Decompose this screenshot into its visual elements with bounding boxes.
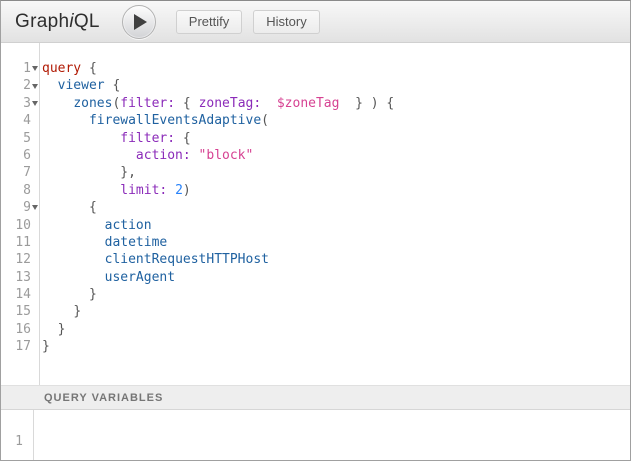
line-number: 2 bbox=[1, 77, 31, 94]
code-line: datetime bbox=[42, 234, 394, 251]
fold-column bbox=[31, 338, 39, 355]
code-line: zones(filter: { zoneTag: $zoneTag } ) { bbox=[42, 95, 394, 112]
code-line: }, bbox=[42, 164, 394, 181]
variables-code-area[interactable]: {"zoneTag":""} bbox=[34, 410, 396, 460]
history-button[interactable]: History bbox=[253, 10, 319, 34]
line-number: 3 bbox=[1, 95, 31, 112]
code-line: action bbox=[42, 217, 394, 234]
fold-column bbox=[31, 217, 39, 234]
gutter-row: 5 bbox=[1, 130, 39, 147]
fold-column bbox=[31, 95, 39, 112]
fold-column bbox=[31, 199, 39, 216]
line-number: 17 bbox=[1, 338, 31, 355]
gutter-row: 11 bbox=[1, 234, 39, 251]
gutter-row: 9 bbox=[1, 199, 39, 216]
line-number: 8 bbox=[1, 182, 31, 199]
gutter-row: 3 bbox=[1, 95, 39, 112]
line-number: 11 bbox=[1, 234, 31, 251]
line-number: 1 bbox=[1, 60, 31, 77]
fold-column bbox=[31, 303, 39, 320]
logo-text: Graph bbox=[15, 11, 69, 32]
fold-column bbox=[31, 286, 39, 303]
fold-column bbox=[31, 182, 39, 199]
fold-arrow-icon[interactable] bbox=[32, 84, 38, 89]
gutter-row: 6 bbox=[1, 147, 39, 164]
variables-line-number-gutter: 1 bbox=[1, 410, 34, 460]
fold-column bbox=[31, 77, 39, 94]
prettify-button[interactable]: Prettify bbox=[176, 10, 242, 34]
fold-column bbox=[31, 60, 39, 77]
gutter-row: 7 bbox=[1, 164, 39, 181]
line-number: 6 bbox=[1, 147, 31, 164]
code-line: userAgent bbox=[42, 269, 394, 286]
fold-column bbox=[31, 321, 39, 338]
fold-arrow-icon[interactable] bbox=[32, 205, 38, 210]
code-line: action: "block" bbox=[42, 147, 394, 164]
graphiql-logo: GraphiQL bbox=[15, 11, 100, 33]
gutter-row: 1 bbox=[1, 60, 39, 77]
gutter-row: 17 bbox=[1, 338, 39, 355]
code-line: limit: 2) bbox=[42, 182, 394, 199]
query-editor[interactable]: 1234567891011121314151617 query { viewer… bbox=[1, 43, 630, 385]
line-number: 15 bbox=[1, 303, 31, 320]
line-number: 1 bbox=[1, 433, 23, 450]
code-line: } bbox=[42, 286, 394, 303]
gutter-row: 13 bbox=[1, 269, 39, 286]
graphiql-window: GraphiQL Prettify History 12345678910111… bbox=[0, 0, 631, 461]
gutter-row: 2 bbox=[1, 77, 39, 94]
fold-column bbox=[31, 147, 39, 164]
line-number: 7 bbox=[1, 164, 31, 181]
gutter-row: 8 bbox=[1, 182, 39, 199]
fold-arrow-icon[interactable] bbox=[32, 66, 38, 71]
line-number: 5 bbox=[1, 130, 31, 147]
code-line: } bbox=[42, 338, 394, 355]
fold-column bbox=[31, 251, 39, 268]
gutter-row: 12 bbox=[1, 251, 39, 268]
fold-column bbox=[31, 234, 39, 251]
fold-column bbox=[31, 112, 39, 129]
line-number: 16 bbox=[1, 321, 31, 338]
query-variables-title: QUERY VARIABLES bbox=[44, 392, 163, 404]
code-line: query { bbox=[42, 60, 394, 77]
code-line: } bbox=[42, 303, 394, 320]
gutter-row: 10 bbox=[1, 217, 39, 234]
play-icon bbox=[134, 14, 147, 30]
code-line: viewer { bbox=[42, 77, 394, 94]
variables-editor[interactable]: 1 {"zoneTag":""} bbox=[1, 410, 630, 460]
toolbar: GraphiQL Prettify History bbox=[1, 1, 630, 43]
fold-arrow-icon[interactable] bbox=[32, 101, 38, 106]
line-number: 13 bbox=[1, 269, 31, 286]
gutter-row: 14 bbox=[1, 286, 39, 303]
line-number-gutter: 1234567891011121314151617 bbox=[1, 43, 40, 385]
fold-column bbox=[31, 164, 39, 181]
gutter-row: 16 bbox=[1, 321, 39, 338]
execute-query-button[interactable] bbox=[122, 5, 156, 39]
code-line: { bbox=[42, 199, 394, 216]
code-line: } bbox=[42, 321, 394, 338]
code-line: firewallEventsAdaptive( bbox=[42, 112, 394, 129]
query-variables-title-bar[interactable]: QUERY VARIABLES bbox=[1, 385, 630, 410]
logo-text: QL bbox=[74, 11, 100, 32]
line-number: 10 bbox=[1, 217, 31, 234]
line-number: 4 bbox=[1, 112, 31, 129]
line-number: 14 bbox=[1, 286, 31, 303]
code-line: filter: { bbox=[42, 130, 394, 147]
code-area[interactable]: query { viewer { zones(filter: { zoneTag… bbox=[40, 43, 394, 385]
gutter-row: 15 bbox=[1, 303, 39, 320]
fold-column bbox=[31, 130, 39, 147]
code-line: clientRequestHTTPHost bbox=[42, 251, 394, 268]
gutter-row: 4 bbox=[1, 112, 39, 129]
fold-column bbox=[31, 269, 39, 286]
line-number: 12 bbox=[1, 251, 31, 268]
line-number: 9 bbox=[1, 199, 31, 216]
